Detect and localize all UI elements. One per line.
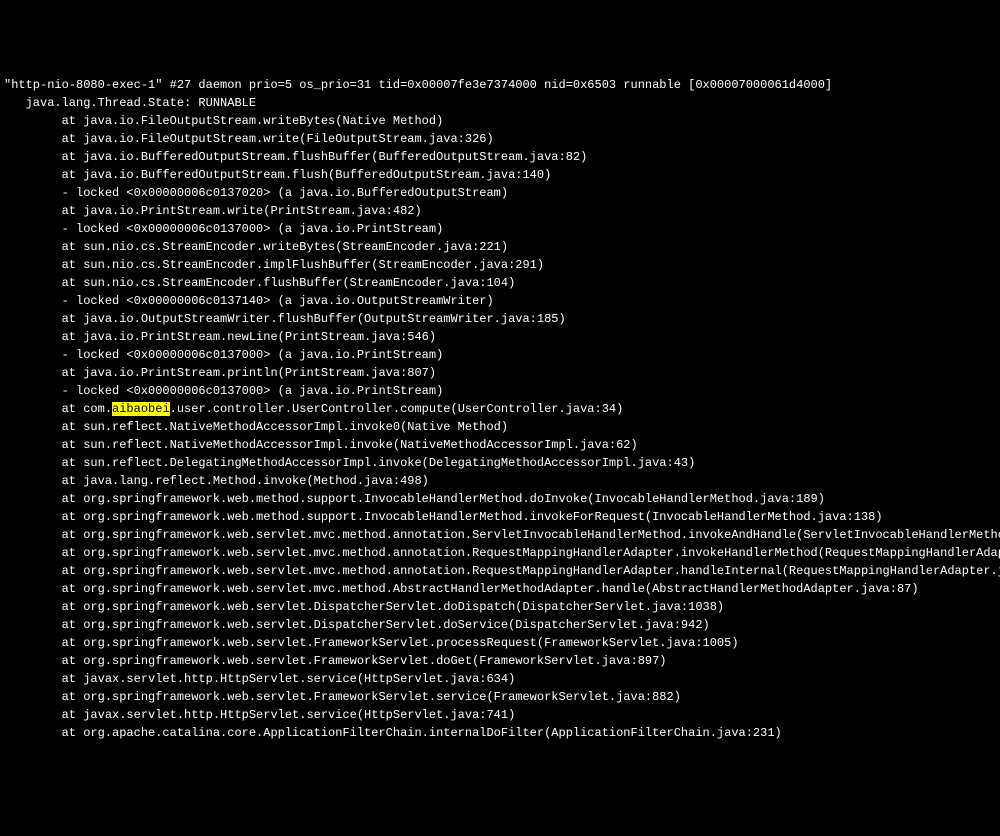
stack-frame: at java.io.PrintStream.write(PrintStream… <box>4 202 1000 220</box>
stack-frame: at javax.servlet.http.HttpServlet.servic… <box>4 706 1000 724</box>
stack-frame-highlighted: at com.aibaobei.user.controller.UserCont… <box>4 400 1000 418</box>
stack-frame: - locked <0x00000006c0137000> (a java.io… <box>4 382 1000 400</box>
stack-frame: at java.io.PrintStream.newLine(PrintStre… <box>4 328 1000 346</box>
stack-frame: at org.springframework.web.servlet.Dispa… <box>4 598 1000 616</box>
search-highlight: aibaobei <box>112 402 170 416</box>
stack-frame: at sun.reflect.NativeMethodAccessorImpl.… <box>4 418 1000 436</box>
stack-frame: at sun.reflect.DelegatingMethodAccessorI… <box>4 454 1000 472</box>
stack-frame: at sun.nio.cs.StreamEncoder.writeBytes(S… <box>4 238 1000 256</box>
stack-frame: at sun.reflect.NativeMethodAccessorImpl.… <box>4 436 1000 454</box>
stack-frame: at sun.nio.cs.StreamEncoder.implFlushBuf… <box>4 256 1000 274</box>
stack-frame: at org.apache.catalina.core.ApplicationF… <box>4 724 1000 742</box>
frame-suffix: .user.controller.UserController.compute(… <box>170 402 624 416</box>
stack-frame: - locked <0x00000006c0137000> (a java.io… <box>4 220 1000 238</box>
stack-frame: at java.io.FileOutputStream.writeBytes(N… <box>4 112 1000 130</box>
stack-frame: - locked <0x00000006c0137140> (a java.io… <box>4 292 1000 310</box>
stack-frame: at org.springframework.web.method.suppor… <box>4 490 1000 508</box>
thread-state: java.lang.Thread.State: RUNNABLE <box>4 94 1000 112</box>
stack-frame: at java.io.FileOutputStream.write(FileOu… <box>4 130 1000 148</box>
stack-frame: at sun.nio.cs.StreamEncoder.flushBuffer(… <box>4 274 1000 292</box>
stack-frame: - locked <0x00000006c0137020> (a java.io… <box>4 184 1000 202</box>
stack-frame: at org.springframework.web.servlet.mvc.m… <box>4 544 1000 562</box>
stack-frame: at org.springframework.web.servlet.Dispa… <box>4 616 1000 634</box>
stack-frame: at java.io.PrintStream.println(PrintStre… <box>4 364 1000 382</box>
stack-frame: at java.lang.reflect.Method.invoke(Metho… <box>4 472 1000 490</box>
stack-frame: at javax.servlet.http.HttpServlet.servic… <box>4 670 1000 688</box>
stack-frame: at org.springframework.web.servlet.Frame… <box>4 688 1000 706</box>
stack-frame: at org.springframework.web.servlet.Frame… <box>4 634 1000 652</box>
stack-frame: at java.io.OutputStreamWriter.flushBuffe… <box>4 310 1000 328</box>
stack-frame: at java.io.BufferedOutputStream.flushBuf… <box>4 148 1000 166</box>
stack-frame: at org.springframework.web.method.suppor… <box>4 508 1000 526</box>
stack-frame: at java.io.BufferedOutputStream.flush(Bu… <box>4 166 1000 184</box>
stack-frame: at org.springframework.web.servlet.mvc.m… <box>4 526 1000 544</box>
stack-frame: at org.springframework.web.servlet.Frame… <box>4 652 1000 670</box>
stack-frame: at org.springframework.web.servlet.mvc.m… <box>4 580 1000 598</box>
frame-prefix: at com. <box>4 402 112 416</box>
thread-header: "http-nio-8080-exec-1" #27 daemon prio=5… <box>4 76 1000 94</box>
stack-frame: at org.springframework.web.servlet.mvc.m… <box>4 562 1000 580</box>
stack-frame: - locked <0x00000006c0137000> (a java.io… <box>4 346 1000 364</box>
